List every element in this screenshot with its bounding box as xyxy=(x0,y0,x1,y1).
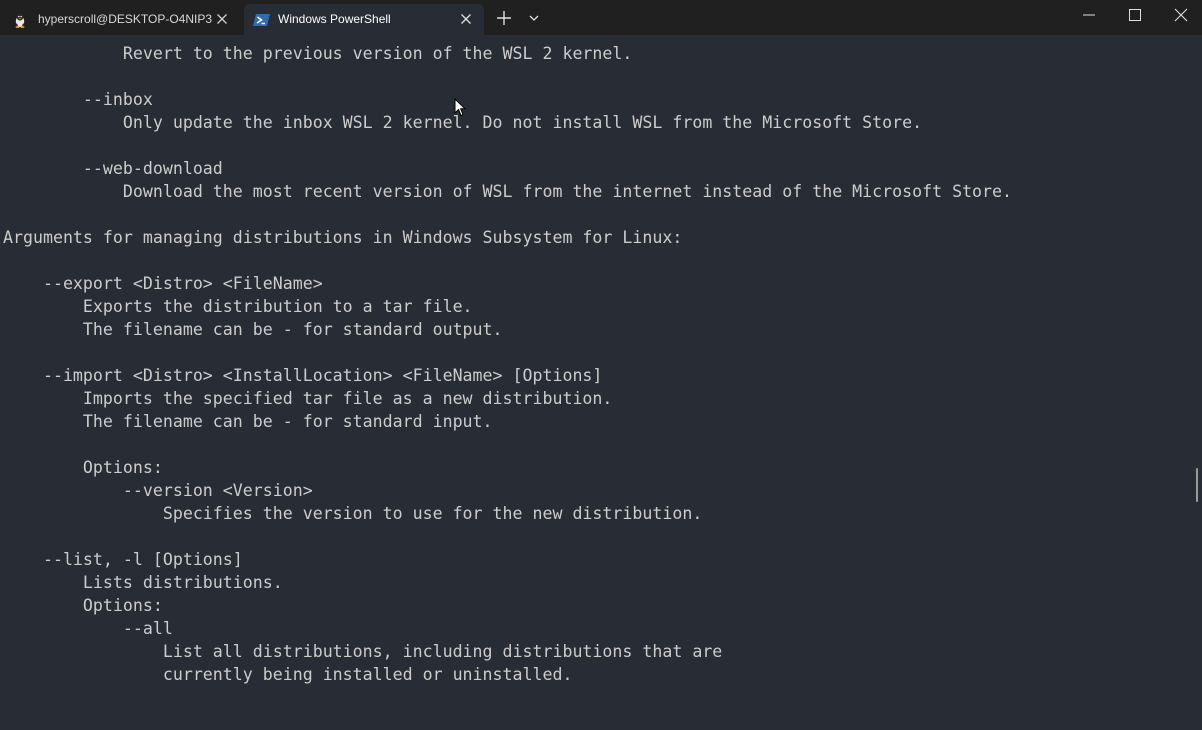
terminal-line: Imports the specified tar file as a new … xyxy=(3,389,613,408)
terminal-line: Arguments for managing distributions in … xyxy=(3,228,683,247)
tab-title: hyperscroll@DESKTOP-O4NIP3 xyxy=(38,12,213,26)
terminal-line: --inbox xyxy=(3,90,153,109)
close-window-icon[interactable] xyxy=(1158,0,1202,32)
terminal-line: --list, -l [Options] xyxy=(3,550,243,569)
powershell-icon xyxy=(253,12,270,28)
close-tab-icon[interactable] xyxy=(458,11,474,27)
terminal-line: --import <Distro> <InstallLocation> <Fil… xyxy=(3,366,603,385)
linux-penguin-icon xyxy=(12,12,28,28)
terminal-line: Revert to the previous version of the WS… xyxy=(3,44,633,63)
tab-linux[interactable]: hyperscroll@DESKTOP-O4NIP3 xyxy=(0,4,240,35)
tab-powershell[interactable]: Windows PowerShell xyxy=(244,4,484,35)
terminal-line: Exports the distribution to a tar file. xyxy=(3,297,473,316)
scrollbar-thumb[interactable] xyxy=(1196,468,1198,502)
chevron-down-icon[interactable] xyxy=(524,8,544,28)
terminal-line: Specifies the version to use for the new… xyxy=(3,504,703,523)
maximize-icon[interactable] xyxy=(1112,0,1158,32)
terminal-line: --version <Version> xyxy=(3,481,313,500)
terminal-line: Options: xyxy=(3,596,163,615)
minimize-icon[interactable] xyxy=(1066,0,1112,32)
terminal-line: --all xyxy=(3,619,173,638)
terminal-line: Lists distributions. xyxy=(3,573,283,592)
terminal-line: currently being installed or uninstalled… xyxy=(3,665,573,684)
terminal-line: Only update the inbox WSL 2 kernel. Do n… xyxy=(3,113,923,132)
terminal-line: The filename can be - for standard outpu… xyxy=(3,320,503,339)
terminal-output[interactable]: Revert to the previous version of the WS… xyxy=(0,35,1194,730)
tab-title: Windows PowerShell xyxy=(278,12,391,26)
title-bar: hyperscroll@DESKTOP-O4NIP3 Windows Power… xyxy=(0,0,1202,35)
terminal-line: List all distributions, including distri… xyxy=(3,642,723,661)
terminal-text: Revert to the previous version of the WS… xyxy=(3,42,1012,686)
terminal-line: The filename can be - for standard input… xyxy=(3,412,493,431)
terminal-line: Download the most recent version of WSL … xyxy=(3,182,1013,201)
new-tab-plus-icon[interactable] xyxy=(494,8,514,28)
terminal-line: --web-download xyxy=(3,159,223,178)
terminal-line: --export <Distro> <FileName> xyxy=(3,274,323,293)
close-tab-icon[interactable] xyxy=(214,11,230,27)
mouse-pointer-icon xyxy=(454,97,467,117)
terminal-line: Options: xyxy=(3,458,163,477)
